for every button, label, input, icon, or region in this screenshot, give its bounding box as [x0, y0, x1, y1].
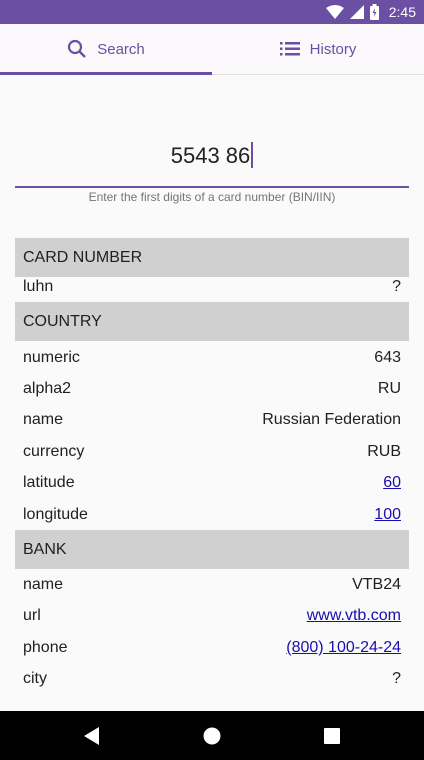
- home-button[interactable]: [182, 711, 242, 760]
- section-country: COUNTRY: [15, 302, 409, 341]
- longitude-link[interactable]: 100: [374, 506, 401, 524]
- home-icon: [203, 727, 221, 744]
- row-value: RUB: [367, 443, 401, 460]
- tab-search[interactable]: Search: [0, 24, 212, 75]
- row-value: RU: [377, 380, 401, 397]
- row-bank-name: name VTB24: [23, 572, 401, 598]
- row-currency: currency RUB: [23, 439, 401, 465]
- recents-button[interactable]: [302, 711, 362, 760]
- text-cursor: [251, 142, 254, 168]
- battery-icon: [369, 4, 379, 20]
- url-link[interactable]: www.vtb.com: [307, 607, 401, 625]
- row-label: luhn: [23, 278, 54, 295]
- row-label: name: [23, 576, 64, 593]
- latitude-link[interactable]: 60: [383, 474, 401, 492]
- list-icon: [279, 42, 300, 56]
- row-value: ?: [392, 278, 401, 295]
- back-icon: [84, 726, 99, 745]
- tab-history[interactable]: History: [212, 24, 424, 74]
- section-bank: BANK: [15, 530, 409, 569]
- back-button[interactable]: [62, 711, 122, 760]
- row-phone: phone (800) 100-24-24: [23, 635, 401, 661]
- status-bar: 2:45: [0, 0, 424, 24]
- card-number-value: 5543 86: [170, 143, 251, 168]
- card-number-input[interactable]: 5543 86: [15, 138, 409, 188]
- section-card-number: CARD NUMBER: [15, 238, 409, 277]
- row-label: url: [23, 607, 41, 624]
- search-icon: [68, 39, 87, 58]
- row-url: url www.vtb.com: [23, 603, 401, 629]
- row-value: ?: [392, 670, 401, 687]
- input-underline: [15, 186, 409, 188]
- row-label: numeric: [23, 349, 80, 366]
- input-hint: Enter the first digits of a card number …: [88, 190, 336, 204]
- recents-icon: [324, 727, 340, 744]
- row-city: city ?: [23, 666, 401, 692]
- row-value: Russian Federation: [262, 411, 401, 428]
- phone-link[interactable]: (800) 100-24-24: [286, 639, 401, 657]
- row-country-name: name Russian Federation: [23, 407, 401, 433]
- row-value: 643: [374, 349, 401, 366]
- signal-icon: [349, 5, 364, 19]
- row-label: phone: [23, 639, 68, 656]
- tab-history-label: History: [309, 40, 357, 58]
- clock: 2:45: [388, 4, 416, 20]
- row-label: currency: [23, 443, 85, 460]
- row-longitude: longitude 100: [23, 502, 401, 528]
- row-label: alpha2: [23, 380, 72, 397]
- row-alpha2: alpha2 RU: [23, 376, 401, 402]
- wifi-icon: [325, 5, 344, 19]
- row-label: longitude: [23, 506, 88, 523]
- navigation-bar: [0, 711, 424, 760]
- row-label: latitude: [23, 474, 75, 491]
- tab-bar: Search History: [0, 24, 424, 75]
- row-value: VTB24: [352, 576, 401, 593]
- row-latitude: latitude 60: [23, 470, 401, 496]
- row-label: name: [23, 411, 64, 428]
- row-numeric: numeric 643: [23, 345, 401, 371]
- tab-search-label: Search: [97, 40, 145, 58]
- row-label: city: [23, 670, 47, 687]
- row-luhn: luhn ?: [23, 274, 401, 300]
